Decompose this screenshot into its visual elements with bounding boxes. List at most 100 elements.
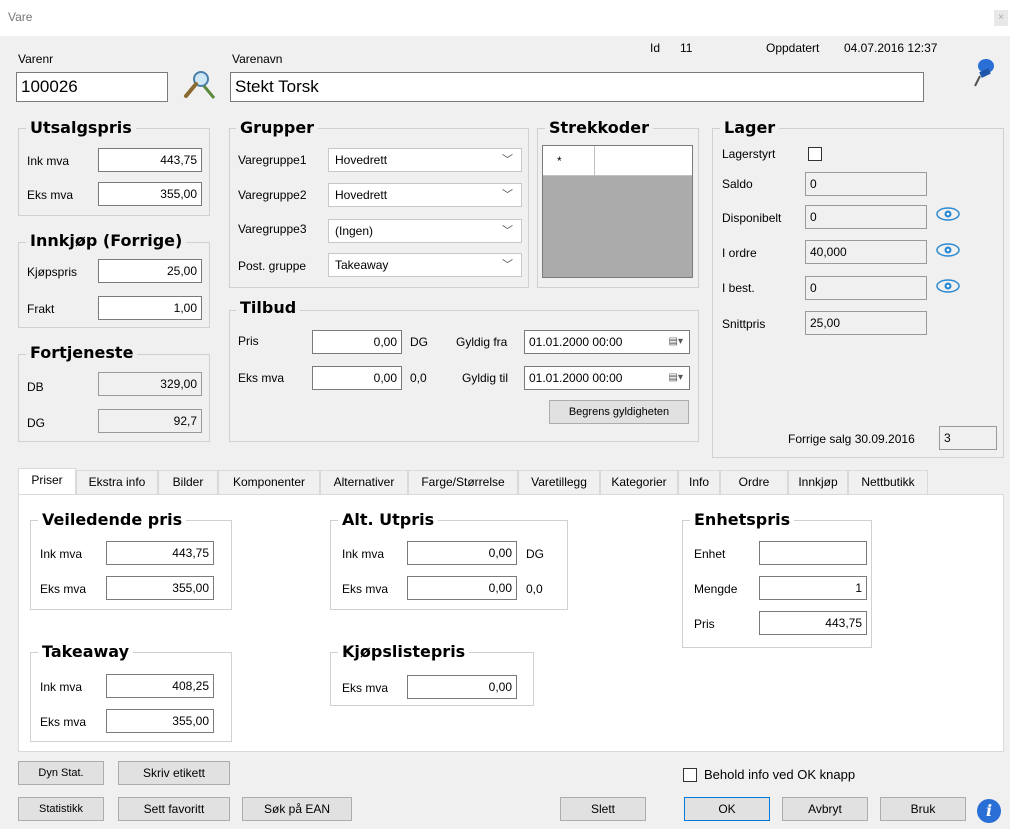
post-gruppe-select[interactable]: Takeaway ﹀ [328, 253, 522, 277]
alt-eks-suffix: 0,0 [526, 582, 543, 596]
db-label: DB [27, 380, 44, 394]
behold-info-checkbox[interactable] [683, 768, 697, 782]
alt-eks-label: Eks mva [342, 582, 389, 596]
snittpris-label: Snittpris [722, 317, 766, 331]
statistikk-button[interactable]: Statistikk [18, 797, 104, 821]
date-value: 01.01.2000 00:00 [529, 335, 623, 349]
iordre-value: 40,000 [805, 240, 927, 264]
tab-kategorier[interactable]: Kategorier [600, 470, 678, 494]
lager-title: Lager [720, 118, 780, 137]
tab-ordre[interactable]: Ordre [720, 470, 788, 494]
tilbud-eks-input[interactable]: 0,00 [312, 366, 402, 390]
varegruppe1-select[interactable]: Hovedrett ﹀ [328, 148, 522, 172]
sett-favoritt-button[interactable]: Sett favoritt [118, 797, 230, 821]
kjopsliste-eks-input[interactable]: 0,00 [407, 675, 517, 699]
takeaway-eks-label: Eks mva [40, 715, 87, 729]
enhet-pris-input[interactable]: 443,75 [759, 611, 867, 635]
barcode-new-row[interactable]: * [543, 146, 692, 176]
mengde-input[interactable]: 1 [759, 576, 867, 600]
barcode-grid[interactable]: * [542, 145, 693, 278]
lagerstyrt-checkbox[interactable] [808, 147, 822, 161]
frakt-input[interactable]: 1,00 [98, 296, 202, 320]
veil-ink-input[interactable]: 443,75 [106, 541, 214, 565]
ok-button[interactable]: OK [684, 797, 770, 821]
snittpris-value: 25,00 [805, 311, 927, 335]
grupper-row-label: Post. gruppe [238, 259, 307, 273]
veil-eks-input[interactable]: 355,00 [106, 576, 214, 600]
tab-innkjop[interactable]: Innkjøp [788, 470, 848, 494]
utsalg-eks-input[interactable]: 355,00 [98, 182, 202, 206]
grupper-row-label: Varegruppe3 [238, 222, 307, 236]
id-label: Id [650, 41, 661, 55]
begrens-gyldigheten-button[interactable]: Begrens gyldigheten [549, 400, 689, 424]
takeaway-ink-input[interactable]: 408,25 [106, 674, 214, 698]
search-item-icon[interactable] [178, 68, 218, 102]
tab-varetillegg[interactable]: Varetillegg [518, 470, 600, 494]
calendar-dropdown-icon[interactable]: ▤▾ [669, 331, 683, 353]
takeaway-eks-input[interactable]: 355,00 [106, 709, 214, 733]
saldo-label: Saldo [722, 177, 753, 191]
tab-nettbutikk[interactable]: Nettbutikk [848, 470, 928, 494]
grupper-title: Grupper [236, 118, 319, 137]
bruk-button[interactable]: Bruk [880, 797, 966, 821]
forrige-salg-value: 3 [939, 426, 997, 450]
slett-button[interactable]: Slett [560, 797, 646, 821]
tab-info[interactable]: Info [678, 470, 720, 494]
skriv-etikett-button[interactable]: Skriv etikett [118, 761, 230, 785]
gyldig-fra-input[interactable]: 01.01.2000 00:00 ▤▾ [524, 330, 690, 354]
tab-alternativer[interactable]: Alternativer [320, 470, 408, 494]
kjopsliste-eks-label: Eks mva [342, 681, 389, 695]
tab-bilder[interactable]: Bilder [158, 470, 218, 494]
select-value: Hovedrett [335, 188, 388, 202]
alt-ink-input[interactable]: 0,00 [407, 541, 517, 565]
tab-priser[interactable]: Priser [18, 468, 76, 494]
tab-komponenter[interactable]: Komponenter [218, 470, 320, 494]
varegruppe3-select[interactable]: (Ingen) ﹀ [328, 219, 522, 243]
kjopspris-input[interactable]: 25,00 [98, 259, 202, 283]
varegruppe2-select[interactable]: Hovedrett ﹀ [328, 183, 522, 207]
date-value: 01.01.2000 00:00 [529, 371, 623, 385]
enhet-label: Enhet [694, 547, 726, 561]
saldo-value: 0 [805, 172, 927, 196]
eye-icon[interactable] [935, 206, 961, 226]
ibest-value: 0 [805, 276, 927, 300]
db-value: 329,00 [98, 372, 202, 396]
updated-label: Oppdatert [766, 41, 820, 55]
close-icon[interactable]: × [994, 10, 1008, 26]
varenr-label: Varenr [18, 52, 54, 66]
alt-eks-input[interactable]: 0,00 [407, 576, 517, 600]
gyldig-til-input[interactable]: 01.01.2000 00:00 ▤▾ [524, 366, 690, 390]
select-value: Takeaway [335, 258, 389, 272]
tab-strip: Priser Ekstra info Bilder Komponenter Al… [18, 468, 1004, 494]
dyn-stat-button[interactable]: Dyn Stat. [18, 761, 104, 785]
row-marker: * [543, 146, 595, 175]
varenr-input[interactable]: 100026 [16, 72, 168, 102]
sok-ean-button[interactable]: Søk på EAN [242, 797, 352, 821]
dg-label: DG [27, 416, 45, 430]
tilbud-title: Tilbud [236, 298, 301, 317]
iordre-label: I ordre [722, 246, 757, 260]
tab-farge-storrelse[interactable]: Farge/Størrelse [408, 470, 518, 494]
pin-icon[interactable] [970, 56, 998, 90]
eye-icon[interactable] [935, 242, 961, 262]
tab-ekstra-info[interactable]: Ekstra info [76, 470, 158, 494]
alt-ink-suffix: DG [526, 547, 544, 561]
info-icon[interactable]: i [977, 799, 1001, 823]
veil-ink-label: Ink mva [40, 547, 83, 561]
calendar-dropdown-icon[interactable]: ▤▾ [669, 367, 683, 389]
tilbud-pris-input[interactable]: 0,00 [312, 330, 402, 354]
eye-icon[interactable] [935, 278, 961, 298]
chevron-down-icon: ﹀ [502, 154, 513, 166]
select-value: (Ingen) [335, 224, 374, 238]
window-title: Vare [8, 10, 33, 24]
avbryt-button[interactable]: Avbryt [782, 797, 868, 821]
chevron-down-icon: ﹀ [502, 225, 513, 237]
kjopspris-label: Kjøpspris [27, 265, 78, 279]
enhet-pris-label: Pris [694, 617, 715, 631]
enhet-input[interactable] [759, 541, 867, 565]
varenavn-input[interactable]: Stekt Torsk [230, 72, 924, 102]
grupper-row-label: Varegruppe1 [238, 153, 307, 167]
takeaway-ink-label: Ink mva [40, 680, 83, 694]
utsalg-ink-input[interactable]: 443,75 [98, 148, 202, 172]
behold-info-label: Behold info ved OK knapp [704, 767, 856, 782]
